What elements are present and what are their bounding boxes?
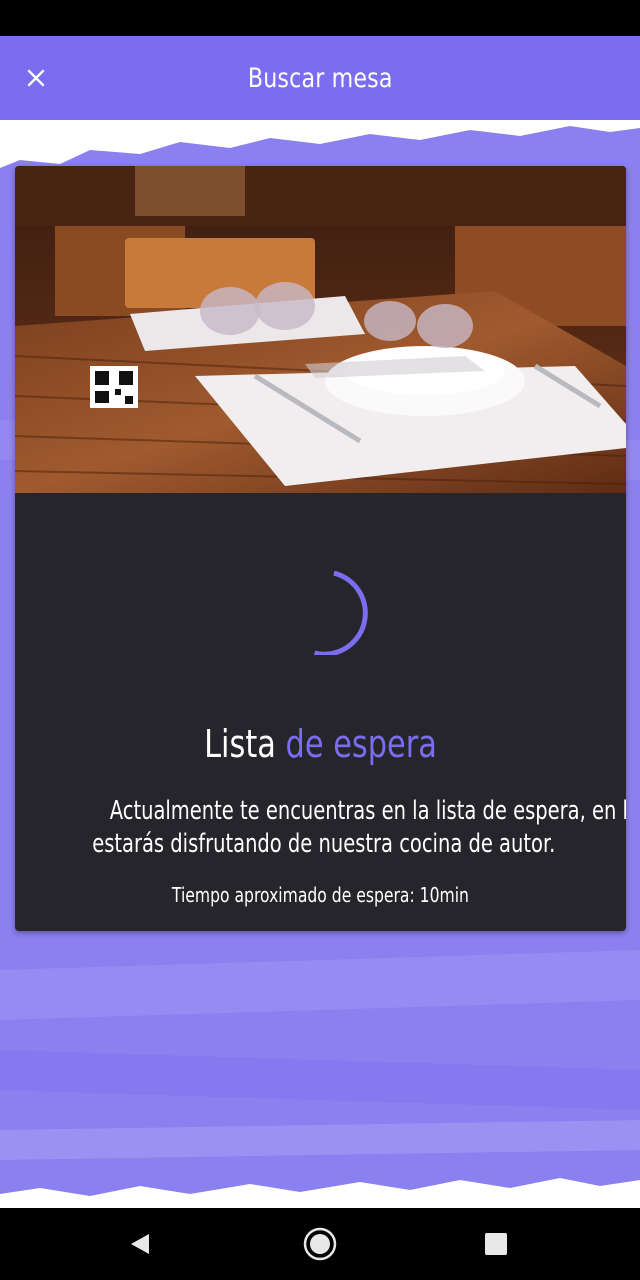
close-button[interactable] (14, 56, 58, 100)
close-icon (27, 69, 45, 87)
restaurant-table-photo (15, 166, 626, 493)
waitlist-heading: Lista de espera (15, 722, 626, 766)
loading-spinner (314, 571, 368, 655)
wait-time: Tiempo aproximado de espera: 10min (15, 883, 626, 907)
heading-text: Lista (204, 722, 286, 766)
page-title: Buscar mesa (247, 62, 393, 94)
app-bar: Buscar mesa (0, 36, 640, 120)
message-line-1: Actualmente te encuentras en la lista de… (109, 796, 626, 826)
home-circle-icon[interactable] (302, 1226, 338, 1262)
heading-accent-text: de espera (285, 722, 437, 766)
wait-time-text: Tiempo aproximado de espera: 10min (171, 883, 470, 907)
message-line-2: estarás disfrutando de nuestra cocina de… (92, 829, 556, 859)
recents-square-icon[interactable] (484, 1232, 508, 1256)
waitlist-message: Actualmente te encuentras en la lista de… (15, 795, 626, 861)
status-bar (0, 0, 640, 36)
back-triangle-icon[interactable] (128, 1232, 152, 1256)
waitlist-card: Lista de espera Actualmente te encuentra… (15, 166, 626, 931)
system-nav-bar (0, 1208, 640, 1280)
